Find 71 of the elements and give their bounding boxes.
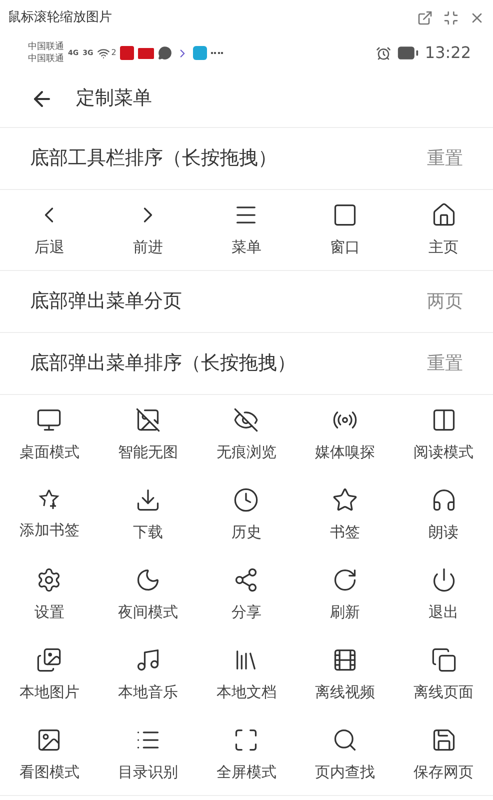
clock-time: 13:22: [424, 42, 471, 64]
section-action[interactable]: 重置: [427, 145, 463, 172]
menu-item-label: 离线页面: [414, 682, 474, 703]
refresh-icon[interactable]: [332, 567, 358, 593]
columns-icon[interactable]: [430, 407, 457, 433]
hotspot-count: 2: [111, 47, 116, 59]
menu-item-label: 本地文档: [216, 682, 276, 703]
search-icon[interactable]: [332, 727, 358, 753]
share-icon[interactable]: [233, 567, 260, 593]
menu-item-label: 无痕浏览: [216, 442, 276, 463]
menu-item-label: 朗读: [428, 522, 459, 543]
menu-item-label: 离线视频: [315, 682, 376, 703]
menu-item-label: 全屏模式: [216, 762, 276, 783]
menu-item-label: 桌面模式: [19, 442, 80, 463]
menu-item-label: 看图模式: [19, 762, 80, 783]
section-action[interactable]: 两页: [427, 288, 463, 315]
menu-item-label: 本地音乐: [118, 682, 178, 703]
menu-item-label: 夜间模式: [118, 602, 178, 623]
menu-item-label: 智能无图: [118, 442, 178, 463]
stacked-pages-icon[interactable]: [430, 647, 457, 673]
menu-item-label: 刷新: [330, 602, 360, 623]
hotspot-icon: [97, 46, 110, 60]
download-icon[interactable]: [134, 487, 161, 513]
alarm-icon: [376, 46, 391, 60]
square-icon[interactable]: [332, 202, 358, 228]
film-icon[interactable]: [332, 647, 358, 673]
monitor-icon[interactable]: [36, 407, 62, 433]
image-off-icon[interactable]: [134, 407, 161, 433]
menu-item-label: 保存网页: [414, 762, 474, 783]
chat-icon: [158, 46, 172, 60]
headphones-icon[interactable]: [430, 487, 457, 513]
star-plus-icon[interactable]: [37, 487, 62, 511]
music-note-icon[interactable]: [134, 647, 161, 673]
carrier-name: 中国联通: [28, 41, 64, 53]
more-icon: [211, 52, 224, 54]
menu-item-label: 主页: [428, 237, 459, 258]
menu-item-label: 阅读模式: [414, 442, 474, 463]
settings-icon[interactable]: [36, 567, 62, 593]
fullscreen-icon[interactable]: [233, 727, 260, 753]
section-title: 底部工具栏排序（长按拖拽）: [30, 146, 277, 172]
page-title: 定制菜单: [76, 86, 152, 112]
menu-item-label: 窗口: [330, 237, 360, 258]
menu-item-label: 前进: [132, 237, 163, 258]
menu-item-label: 页内查找: [315, 762, 376, 783]
window-title: 鼠标滚轮缩放图片: [8, 9, 112, 28]
moon-icon[interactable]: [134, 567, 161, 593]
menu-item-label: 菜单: [231, 237, 262, 258]
menu-item-label: 设置: [34, 602, 64, 623]
carrier-name: 中国联通: [28, 53, 64, 65]
star-icon[interactable]: [332, 487, 358, 513]
eye-off-icon[interactable]: [233, 407, 260, 433]
menu-item-label: 媒体嗅探: [315, 442, 376, 463]
menu-item-label: 退出: [428, 602, 459, 623]
section-title: 底部弹出菜单排序（长按拖拽）: [30, 351, 296, 376]
power-icon[interactable]: [430, 567, 457, 593]
popout-icon[interactable]: [417, 10, 433, 26]
menu-item-label: 添加书签: [19, 520, 80, 541]
menu-item-label: 分享: [231, 602, 262, 623]
clock-icon[interactable]: [233, 487, 260, 513]
save-icon[interactable]: [430, 727, 457, 753]
image-icon[interactable]: [36, 727, 62, 753]
menu-item-label: 目录识别: [118, 762, 178, 783]
images-icon[interactable]: [36, 647, 62, 673]
menu-item-label: 后退: [34, 237, 64, 258]
menu-item-label: 书签: [330, 522, 360, 543]
menu-item-label: 本地图片: [19, 682, 80, 703]
section-title: 底部弹出菜单分页: [30, 289, 182, 314]
menu-item-label: 下载: [132, 522, 163, 543]
section-action[interactable]: 重置: [427, 350, 463, 377]
home-icon[interactable]: [430, 202, 457, 228]
menu-item-label: 历史: [231, 522, 262, 543]
